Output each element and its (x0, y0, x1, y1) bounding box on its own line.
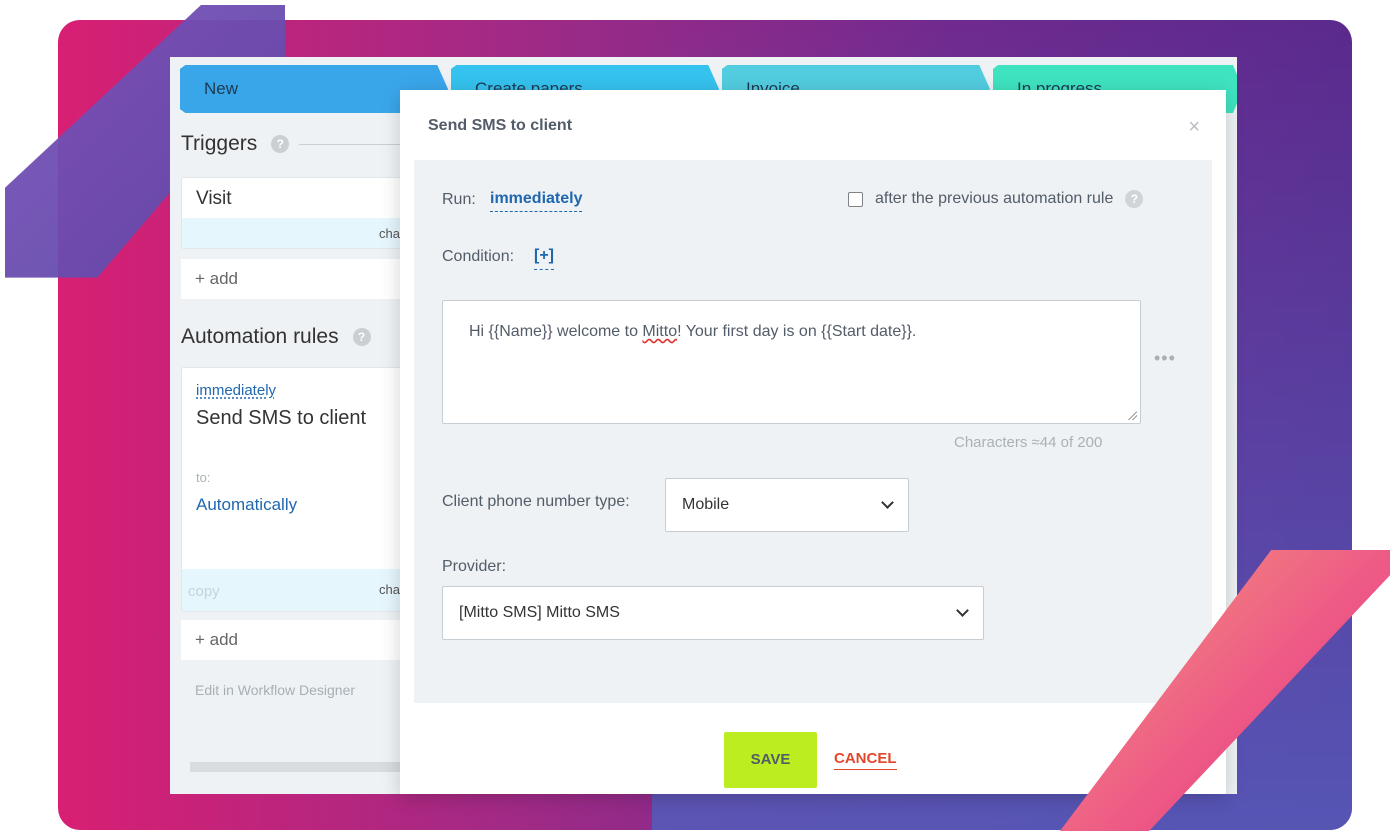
rule-recipient-link[interactable]: Automatically (182, 485, 420, 515)
more-icon[interactable]: ••• (1154, 348, 1176, 369)
after-previous-option[interactable]: after the previous automation rule ? (848, 190, 1144, 208)
rule-to-label: to: (196, 470, 211, 485)
help-icon[interactable]: ? (352, 328, 371, 346)
chevron-down-icon (956, 604, 969, 617)
rule-name: Send SMS to client (196, 407, 367, 429)
provider-value: [Mitto SMS] Mitto SMS (459, 604, 620, 621)
help-icon[interactable]: ? (271, 135, 290, 153)
dialog-title: Send SMS to client (428, 117, 573, 134)
message-text-misspelled: Mitto (642, 323, 678, 340)
horizontal-scrollbar[interactable] (190, 762, 410, 772)
automation-rule-card[interactable]: immediately Send SMS to client to: Autom… (181, 367, 421, 612)
change-link[interactable]: cha (379, 582, 400, 597)
message-text-start: Hi {{Name}} welcome to (469, 323, 643, 340)
message-text-end: ! Your first day is on {{Start date}}. (677, 323, 917, 340)
phone-type-select[interactable]: Mobile (665, 478, 909, 532)
trigger-card[interactable]: Visit cha (181, 177, 421, 249)
save-button[interactable]: SAVE (724, 732, 817, 788)
run-timing-link[interactable]: immediately (490, 190, 583, 212)
message-textarea[interactable]: Hi {{Name}} welcome to Mitto! Your first… (442, 300, 1141, 424)
change-link[interactable]: cha (379, 226, 400, 241)
add-rule-button[interactable]: + add (181, 620, 421, 660)
send-sms-dialog: Send SMS to client × Run: immediately af… (400, 90, 1226, 794)
sidebar: Triggers ? Visit cha + add Automation ru… (181, 132, 421, 698)
rule-card-footer: copy cha (182, 569, 420, 611)
workflow-designer-link[interactable]: Edit in Workflow Designer (195, 682, 355, 698)
resize-handle[interactable] (1127, 410, 1137, 420)
trigger-name: Visit (196, 188, 232, 209)
add-condition-link[interactable]: [+] (534, 247, 554, 270)
after-previous-checkbox[interactable] (848, 191, 863, 207)
chevron-down-icon (881, 496, 894, 509)
phone-type-value: Mobile (682, 496, 730, 513)
triggers-title: Triggers (181, 132, 258, 155)
provider-label: Provider: (442, 558, 507, 575)
dialog-body: Run: immediately after the previous auto… (414, 160, 1212, 703)
character-counter: Characters ≈44 of 200 (954, 434, 1103, 451)
rule-timing-link[interactable]: immediately (182, 368, 420, 399)
automation-heading: Automation rules ? (181, 325, 421, 349)
after-previous-label[interactable]: after the previous automation rule (875, 190, 1113, 208)
close-icon[interactable]: × (1188, 116, 1200, 139)
provider-select[interactable]: [Mitto SMS] Mitto SMS (442, 586, 984, 640)
trigger-card-footer: cha (182, 218, 420, 248)
phone-type-label: Client phone number type: (442, 493, 630, 510)
cancel-button[interactable]: CANCEL (834, 750, 897, 770)
copy-link[interactable]: copy (188, 583, 220, 600)
run-label: Run: (442, 191, 476, 208)
automation-title: Automation rules (181, 325, 339, 348)
stage-tab-label: New (204, 79, 239, 98)
triggers-heading: Triggers ? (181, 132, 421, 156)
condition-label: Condition: (442, 248, 515, 265)
help-icon[interactable]: ? (1125, 190, 1144, 208)
add-trigger-button[interactable]: + add (181, 259, 421, 299)
